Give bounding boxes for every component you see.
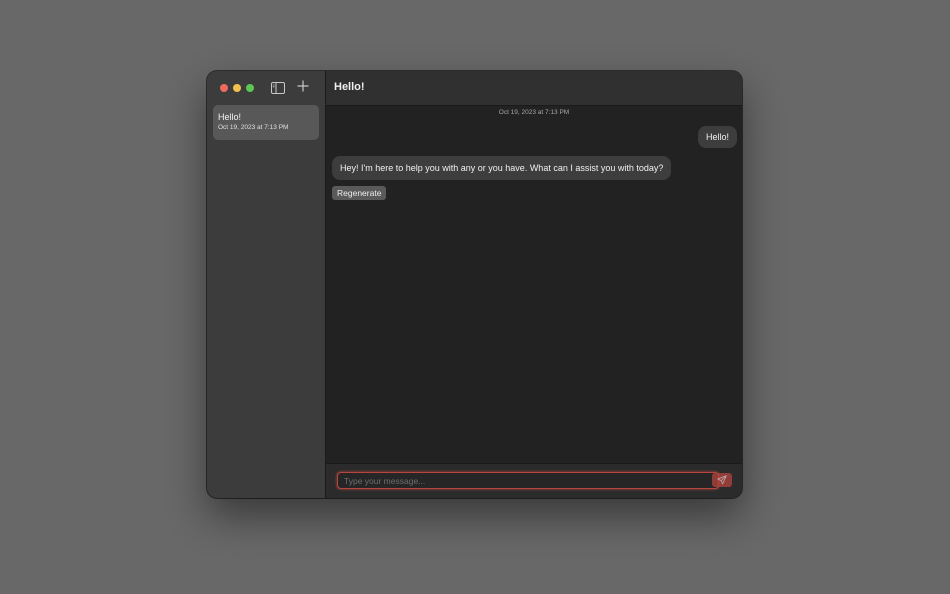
zoom-button[interactable] bbox=[246, 84, 254, 92]
sidebar-item-conversation[interactable]: Hello! Oct 19, 2023 at 7:13 PM bbox=[213, 105, 319, 140]
message-input[interactable] bbox=[337, 472, 719, 489]
conversation-title: Hello! bbox=[218, 112, 242, 122]
assistant-message-bubble: Hey! I'm here to help you with any or yo… bbox=[332, 156, 672, 180]
app-window: Hello! Oct 19, 2023 at 7:13 PM Hello! Oc… bbox=[207, 71, 742, 498]
chat-timestamp: Oct 19, 2023 at 7:13 PM bbox=[498, 109, 570, 116]
window-controls bbox=[220, 84, 254, 92]
chat-title: Hello! bbox=[334, 81, 365, 93]
chat-panel: Hello! Oct 19, 2023 at 7:13 PM Hello! He… bbox=[326, 71, 742, 498]
user-message-bubble: Hello! bbox=[697, 126, 737, 148]
chat-header: Hello! bbox=[326, 71, 742, 106]
plus-icon bbox=[297, 80, 309, 92]
sidebar-toggle-icon[interactable] bbox=[271, 81, 285, 94]
regenerate-button[interactable]: Regenerate bbox=[332, 186, 387, 200]
new-chat-button[interactable] bbox=[296, 79, 310, 93]
composer bbox=[326, 463, 742, 498]
sidebar: Hello! Oct 19, 2023 at 7:13 PM bbox=[207, 71, 326, 498]
close-button[interactable] bbox=[220, 84, 228, 92]
paper-plane-icon bbox=[717, 475, 727, 485]
conversation-date: Oct 19, 2023 at 7:13 PM bbox=[218, 124, 289, 131]
minimize-button[interactable] bbox=[233, 84, 241, 92]
send-button[interactable] bbox=[712, 473, 732, 487]
